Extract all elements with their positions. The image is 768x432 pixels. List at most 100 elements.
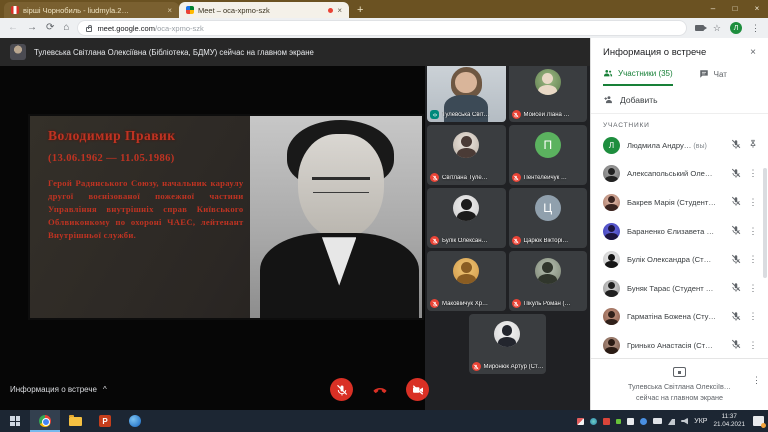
participant-name: Бараненко Єлизавета …	[627, 227, 724, 236]
participant-row[interactable]: Гарматіна Божена (Сту… ⋮	[591, 303, 768, 332]
blue-app-icon	[129, 415, 141, 427]
profile-avatar[interactable]: Л	[730, 22, 742, 34]
window-controls: – □ ×	[702, 0, 768, 18]
back-icon[interactable]: ←	[8, 23, 18, 33]
tile-name: Світлана Туле…	[442, 175, 488, 181]
video-tile-svitlana[interactable]: Світлана Туле…	[427, 125, 506, 185]
participant-row[interactable]: Гринько Анастасія (Ст… ⋮	[591, 331, 768, 358]
url-text: meet.google.com/oca-xpmo-szk	[97, 24, 203, 33]
participant-menu-icon[interactable]: ⋮	[748, 283, 758, 294]
camera-off-button[interactable]	[406, 378, 429, 401]
notification-center-icon[interactable]	[753, 416, 764, 426]
tray-shield-icon[interactable]	[577, 418, 584, 425]
portrait-photo	[250, 116, 422, 318]
mic-off-icon	[731, 251, 741, 269]
video-tile-tsariuk[interactable]: Ц Царюк Вікторі…	[509, 188, 588, 248]
avatar	[453, 258, 479, 284]
speaker-icon[interactable]	[681, 418, 688, 425]
participant-menu-icon[interactable]: ⋮	[748, 226, 758, 237]
tab-chat-label: Чат	[714, 70, 727, 79]
add-people-button[interactable]: Добавить	[591, 86, 768, 114]
tray-app-icon[interactable]	[590, 418, 597, 425]
forward-icon[interactable]: →	[27, 23, 37, 33]
panel-close-icon[interactable]: ×	[750, 47, 756, 58]
start-button[interactable]	[0, 410, 30, 432]
pin-icon[interactable]	[748, 136, 758, 154]
video-tile-myroniuk[interactable]: Миронюк Артур (Студент Б…	[469, 314, 546, 374]
presenter-menu-icon[interactable]: ⋮	[752, 375, 761, 386]
video-tile-bulik[interactable]: Булік Олексан…	[427, 188, 506, 248]
recording-indicator-icon	[328, 8, 333, 13]
participant-row[interactable]: Бараненко Єлизавета … ⋮	[591, 217, 768, 246]
meet-bottom-bar: Информация о встрече ^	[0, 378, 590, 404]
tray-arrow-icon[interactable]	[616, 419, 621, 424]
avatar	[603, 223, 620, 240]
tab-chat[interactable]: Чат	[699, 69, 727, 85]
video-tile-makoviichuk[interactable]: Маковійчук Хр…	[427, 251, 506, 311]
minimize-button[interactable]: –	[702, 0, 724, 18]
meeting-info-toggle[interactable]: Информация о встрече ^	[10, 385, 107, 394]
tab-close-icon[interactable]: ×	[337, 6, 342, 15]
tab-meet[interactable]: Meet – oca-xpmo-szk ×	[179, 2, 349, 18]
network-icon[interactable]	[668, 418, 675, 425]
taskbar-clock[interactable]: 11:37 21.04.2021	[713, 413, 745, 429]
avatar	[603, 165, 620, 182]
refresh-icon[interactable]: ⟳	[46, 23, 54, 33]
tray-red-icon[interactable]	[603, 418, 610, 425]
participant-row[interactable]: Алексапольський Оле… ⋮	[591, 160, 768, 189]
language-indicator[interactable]: УКР	[694, 418, 707, 425]
participant-row[interactable]: Л Людмила Андру…(вы)	[591, 131, 768, 160]
taskbar-powerpoint[interactable]: P	[90, 410, 120, 432]
mute-mic-button[interactable]	[330, 378, 353, 401]
mic-off-icon	[512, 173, 521, 182]
hang-up-button[interactable]	[368, 378, 391, 401]
participant-menu-icon[interactable]: ⋮	[748, 340, 758, 351]
tab-participants[interactable]: Участники (35)	[603, 68, 673, 86]
bookmark-star-icon[interactable]: ☆	[713, 23, 721, 34]
taskbar-app[interactable]	[120, 410, 150, 432]
home-icon[interactable]: ⌂	[63, 23, 69, 33]
avatar	[603, 251, 620, 268]
avatar	[494, 321, 520, 347]
call-controls	[330, 378, 429, 401]
video-tile-pikul[interactable]: Пікуль Роман (…	[509, 251, 588, 311]
meet-favicon-icon	[186, 6, 194, 14]
url-domain: meet.google.com	[97, 24, 155, 33]
tray-bluetooth-icon[interactable]	[640, 418, 647, 425]
participant-menu-icon[interactable]: ⋮	[748, 254, 758, 265]
portrait-features	[312, 177, 371, 180]
participant-name: Людмила Андру…(вы)	[627, 141, 724, 150]
tab-close-icon[interactable]: ×	[167, 6, 172, 15]
panel-scrollbar[interactable]	[763, 168, 767, 278]
participant-row[interactable]: Бакрев Марія (Студент… ⋮	[591, 188, 768, 217]
video-tile-tulevska[interactable]: Тулевська Світ…	[427, 62, 506, 122]
participant-menu-icon[interactable]: ⋮	[748, 168, 758, 179]
maximize-button[interactable]: □	[724, 0, 746, 18]
tray-lock-icon[interactable]	[627, 418, 634, 425]
powerpoint-icon: P	[99, 415, 111, 427]
new-tab-button[interactable]: +	[357, 4, 363, 18]
camera-indicator-icon	[695, 25, 704, 31]
participant-menu-icon[interactable]: ⋮	[748, 311, 758, 322]
video-tile-penteleichuk[interactable]: П Пентелейчук …	[509, 125, 588, 185]
you-tag: (вы)	[693, 143, 706, 150]
meeting-info-panel: Информация о встрече × Участники (35) Ча…	[590, 38, 768, 410]
tile-person-face	[455, 72, 477, 94]
mic-off-icon	[731, 336, 741, 354]
taskbar-file-explorer[interactable]	[60, 410, 90, 432]
meet-main-area: Тулевська Світлана Олексіївна (Бібліотек…	[0, 38, 590, 410]
participant-row[interactable]: Буняк Тарас (Студент … ⋮	[591, 274, 768, 303]
tile-name: Мойсей Ліана …	[524, 112, 570, 118]
participant-menu-icon[interactable]: ⋮	[748, 197, 758, 208]
close-button[interactable]: ×	[746, 0, 768, 18]
video-tile-moisei[interactable]: Мойсей Ліана …	[509, 62, 588, 122]
video-tile-grid: Тулевська Світ… Мойсей Ліана … Світлана …	[427, 62, 587, 374]
taskbar-chrome[interactable]	[30, 410, 60, 432]
address-bar[interactable]: meet.google.com/oca-xpmo-szk	[78, 21, 685, 35]
browser-menu-icon[interactable]: ⋮	[751, 23, 760, 34]
tab-chornobyl[interactable]: вірші Чорнобиль - liudmyla.2… ×	[4, 2, 179, 18]
tray-folder-icon[interactable]	[653, 418, 662, 424]
mic-off-icon	[731, 165, 741, 183]
participant-row[interactable]: Булік Олександра (Ст… ⋮	[591, 245, 768, 274]
mic-off-icon	[731, 222, 741, 240]
